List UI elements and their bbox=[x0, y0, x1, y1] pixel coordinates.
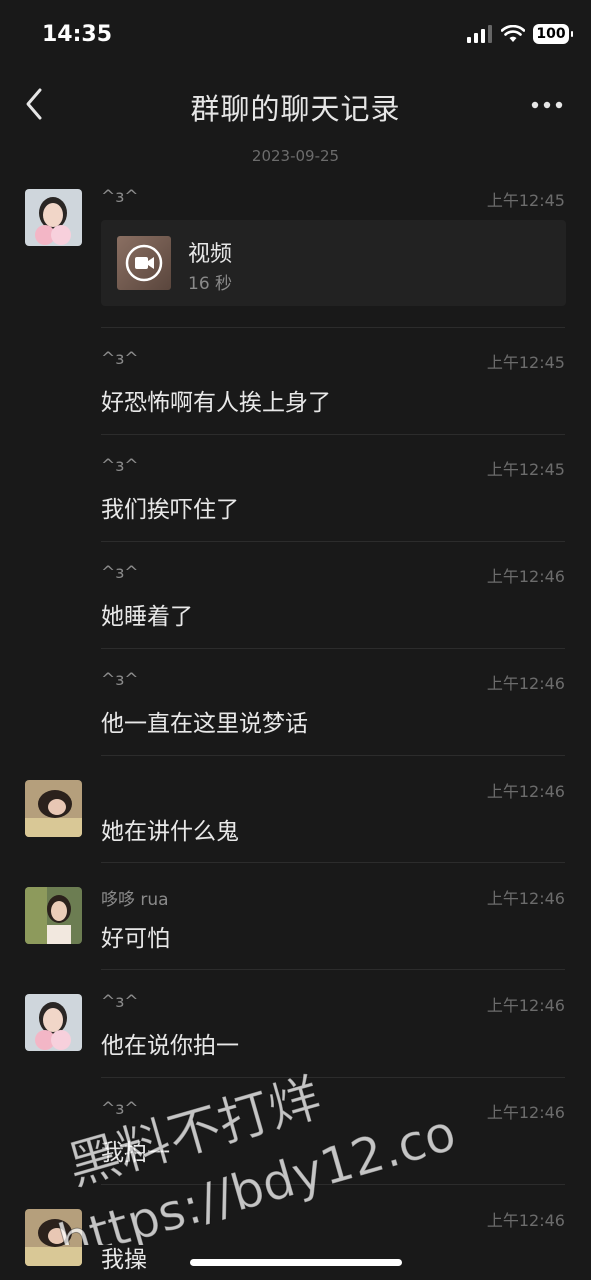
more-options-icon[interactable] bbox=[531, 100, 563, 110]
message-sender: 哆哆 rua bbox=[101, 890, 169, 910]
nav-bar: 群聊的聊天记录 bbox=[0, 72, 591, 138]
message-text: 她在讲什么鬼 bbox=[101, 819, 239, 845]
wifi-icon bbox=[501, 25, 525, 42]
watermark: 黑料不打烊 https://bdy12.co bbox=[51, 1068, 462, 1245]
message-time: 上午12:46 bbox=[486, 1103, 565, 1122]
cellular-signal-icon bbox=[467, 25, 492, 43]
avatar[interactable] bbox=[25, 887, 82, 944]
message-divider bbox=[101, 327, 565, 328]
message-time: 上午12:46 bbox=[486, 996, 565, 1015]
message-divider bbox=[101, 434, 565, 435]
message-sender: ^з^ bbox=[101, 563, 139, 583]
message-text: 我拍一 bbox=[101, 1140, 170, 1166]
message-time: 上午12:45 bbox=[486, 191, 565, 210]
message-sender: ^з^ bbox=[101, 1099, 139, 1119]
message-sender: ^з^ bbox=[101, 670, 139, 690]
page-title: 群聊的聊天记录 bbox=[190, 92, 401, 126]
avatar-image-icon bbox=[25, 994, 82, 1051]
avatar-image-icon bbox=[25, 189, 82, 246]
date-divider: 2023-09-25 bbox=[251, 147, 340, 165]
message-text: 好恐怖啊有人挨上身了 bbox=[101, 390, 331, 416]
battery-icon: 100 bbox=[533, 24, 573, 44]
message-divider bbox=[101, 969, 565, 970]
message-time: 上午12:46 bbox=[486, 1211, 565, 1230]
avatar[interactable] bbox=[25, 994, 82, 1051]
message-time: 上午12:45 bbox=[486, 353, 565, 372]
message-sender: ^з^ bbox=[101, 187, 139, 207]
avatar[interactable] bbox=[25, 1209, 82, 1266]
message-time: 上午12:45 bbox=[486, 460, 565, 479]
video-title: 视频 bbox=[188, 242, 233, 267]
video-message-card[interactable]: 视频 16 秒 bbox=[101, 220, 566, 306]
status-time: 14:35 bbox=[42, 22, 113, 47]
message-divider bbox=[101, 541, 565, 542]
avatar[interactable] bbox=[25, 780, 82, 837]
message-time: 上午12:46 bbox=[486, 674, 565, 693]
message-text: 我操 bbox=[101, 1247, 147, 1273]
message-divider bbox=[101, 1184, 565, 1185]
message-sender: ^з^ bbox=[101, 349, 139, 369]
message-text: 她睡着了 bbox=[101, 604, 193, 630]
avatar-image-icon bbox=[25, 780, 82, 837]
avatar-image-icon bbox=[25, 1209, 82, 1266]
message-text: 好可怕 bbox=[101, 926, 170, 952]
message-time: 上午12:46 bbox=[486, 567, 565, 586]
message-time: 上午12:46 bbox=[486, 889, 565, 908]
home-indicator[interactable] bbox=[190, 1259, 402, 1266]
message-divider bbox=[101, 862, 565, 863]
watermark-line-2: https://bdy12.co bbox=[52, 1103, 462, 1245]
video-duration: 16 秒 bbox=[188, 274, 233, 294]
message-divider bbox=[101, 755, 565, 756]
message-sender: ^з^ bbox=[101, 456, 139, 476]
message-sender: ^з^ bbox=[101, 992, 139, 1012]
avatar[interactable] bbox=[25, 189, 82, 246]
message-text: 他在说你拍一 bbox=[101, 1033, 239, 1059]
message-divider bbox=[101, 1077, 565, 1078]
message-text: 他一直在这里说梦话 bbox=[101, 711, 308, 737]
message-text: 我们挨吓住了 bbox=[101, 497, 239, 523]
video-thumbnail bbox=[117, 236, 171, 290]
status-bar: 14:35 100 bbox=[0, 0, 591, 72]
status-icons: 100 bbox=[467, 24, 573, 44]
message-time: 上午12:46 bbox=[486, 782, 565, 801]
message-divider bbox=[101, 648, 565, 649]
avatar-image-icon bbox=[25, 887, 82, 944]
video-camera-icon bbox=[125, 244, 163, 282]
